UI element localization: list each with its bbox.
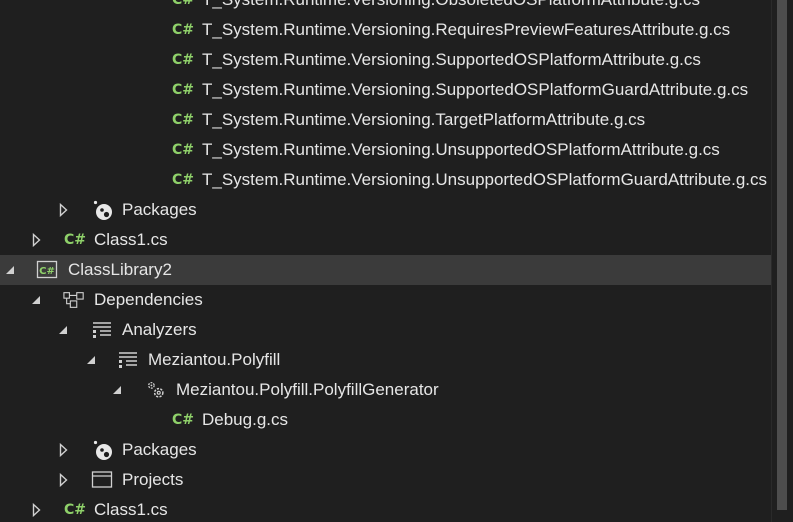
packages-icon [92,195,114,225]
scrollbar-thumb[interactable] [777,0,787,510]
tree-item-label: Dependencies [94,290,203,309]
csharp-file-icon: C# [172,0,195,8]
chevron-expanded-icon[interactable] [84,345,98,375]
chevron-right-icon[interactable] [56,435,70,465]
tree-item-obsoleted-osplatform-attribute[interactable]: C# T_System.Runtime.Versioning.Obsoleted… [0,0,772,15]
tree-item-analyzers[interactable]: Analyzers [0,315,772,345]
tree-item-unsupported-osplatform-attribute[interactable]: C# T_System.Runtime.Versioning.Unsupport… [0,135,772,165]
tree-item-label: T_System.Runtime.Versioning.SupportedOSP… [202,80,749,99]
tree-item-dependencies[interactable]: Dependencies [0,285,772,315]
tree-item-packages[interactable]: Packages [0,195,772,225]
tree-item-label: Meziantou.Polyfill [148,350,281,369]
generator-icon [145,375,167,405]
tree-item-label: Meziantou.Polyfill.PolyfillGenerator [176,380,439,399]
tree-item-supported-osplatform-guard-attribute[interactable]: C# T_System.Runtime.Versioning.Supported… [0,75,772,105]
chevron-right-icon[interactable] [29,495,43,522]
tree-item-label: T_System.Runtime.Versioning.RequiresPrev… [202,20,731,39]
csharp-file-icon: C# [172,22,195,38]
csharp-project-icon: C# [36,255,58,285]
csharp-file-icon: C# [64,232,87,248]
chevron-expanded-icon[interactable] [110,375,124,405]
svg-text:C#: C# [39,266,55,277]
chevron-right-icon[interactable] [29,225,43,255]
solution-explorer-panel: C# T_System.Runtime.Versioning.Obsoleted… [0,0,793,522]
tree-item-label: T_System.Runtime.Versioning.UnsupportedO… [202,140,720,159]
tree-item-label: T_System.Runtime.Versioning.SupportedOSP… [202,50,701,69]
chevron-expanded-icon[interactable] [3,255,17,285]
tree-item-label: ClassLibrary2 [68,260,172,279]
csharp-file-icon: C# [172,82,195,98]
csharp-file-icon: C# [172,142,195,158]
analyzers-icon [91,315,113,345]
tree-item-label: Class1.cs [94,500,168,519]
tree-item-class1-cs[interactable]: C# Class1.cs [0,225,772,255]
chevron-expanded-icon[interactable] [56,315,70,345]
chevron-right-icon[interactable] [56,195,70,225]
csharp-file-icon: C# [172,412,195,428]
tree-item-class1-cs[interactable]: C# Class1.cs [0,495,772,522]
analyzer-icon [117,345,139,375]
tree-item-target-platform-attribute[interactable]: C# T_System.Runtime.Versioning.TargetPla… [0,105,772,135]
tree-item-label: T_System.Runtime.Versioning.UnsupportedO… [202,170,768,189]
dependencies-icon [63,285,85,315]
csharp-file-icon: C# [64,502,87,518]
projects-icon [91,465,113,495]
tree-item-projects[interactable]: Projects [0,465,772,495]
tree-item-supported-osplatform-attribute[interactable]: C# T_System.Runtime.Versioning.Supported… [0,45,772,75]
vertical-scrollbar[interactable] [771,0,793,522]
tree-item-requires-preview-features-attribute[interactable]: C# T_System.Runtime.Versioning.RequiresP… [0,15,772,45]
tree-item-polyfill-generator[interactable]: Meziantou.Polyfill.PolyfillGenerator [0,375,772,405]
tree-item-label: Packages [122,440,197,459]
csharp-file-icon: C# [172,172,195,188]
tree-item-classlibrary2[interactable]: C# ClassLibrary2 [0,255,772,285]
tree-item-meziantou-polyfill[interactable]: Meziantou.Polyfill [0,345,772,375]
tree-item-label: T_System.Runtime.Versioning.TargetPlatfo… [202,110,646,129]
tree-item-label: Debug.g.cs [202,410,288,429]
tree-item-label: T_System.Runtime.Versioning.ObsoletedOSP… [202,0,700,15]
tree-item-label: Class1.cs [94,230,168,249]
tree-item-label: Packages [122,200,197,219]
tree-item-unsupported-osplatform-guard-attribute[interactable]: C# T_System.Runtime.Versioning.Unsupport… [0,165,772,195]
csharp-file-icon: C# [172,52,195,68]
tree-item-packages[interactable]: Packages [0,435,772,465]
csharp-file-icon: C# [172,112,195,128]
chevron-expanded-icon[interactable] [29,285,43,315]
tree-item-label: Analyzers [122,320,197,339]
solution-tree: C# T_System.Runtime.Versioning.Obsoleted… [0,0,772,522]
tree-item-label: Projects [122,470,184,489]
packages-icon [92,435,114,465]
tree-item-debug-g-cs[interactable]: C# Debug.g.cs [0,405,772,435]
chevron-right-icon[interactable] [56,465,70,495]
